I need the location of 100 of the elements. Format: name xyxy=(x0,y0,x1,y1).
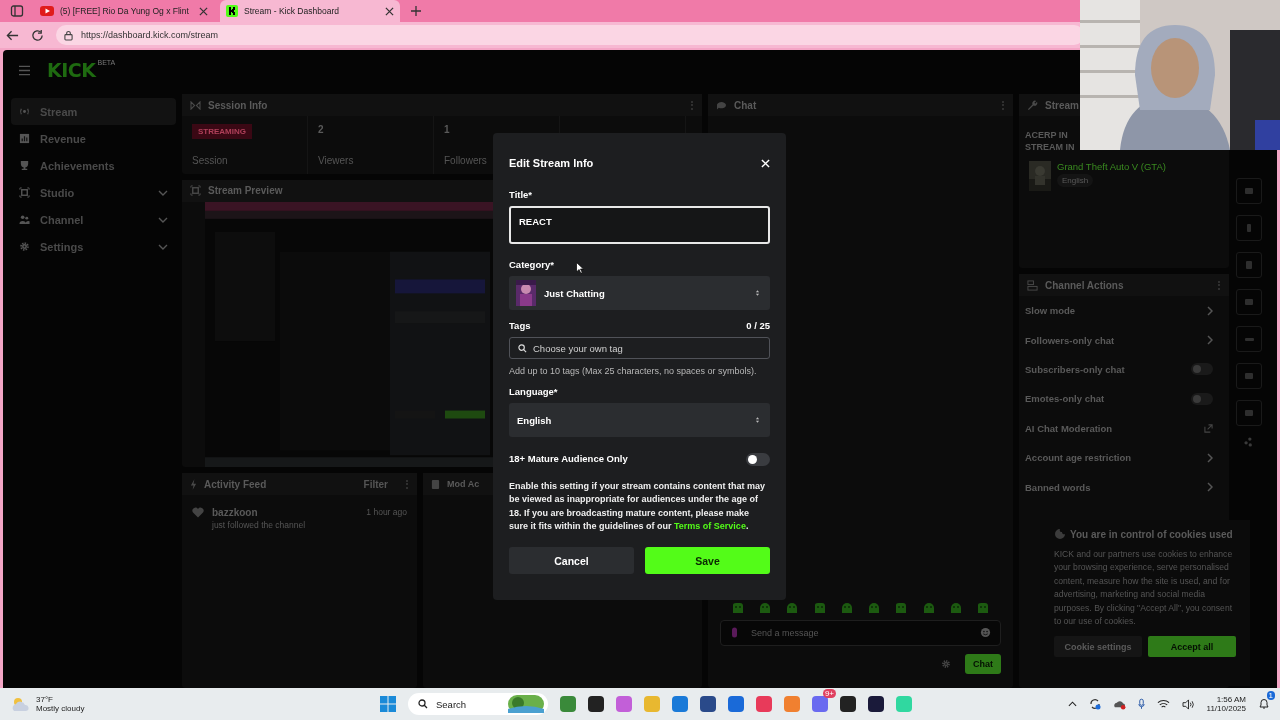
taskbar-search[interactable]: Search xyxy=(408,693,548,715)
message-input[interactable]: Send a message xyxy=(720,620,1001,646)
bell-icon[interactable] xyxy=(1258,698,1270,710)
emote-icon[interactable] xyxy=(922,602,935,614)
title-input[interactable]: REACT xyxy=(509,206,770,244)
weather-text: Mostly cloudy xyxy=(36,704,85,713)
wrench-icon xyxy=(1027,99,1038,111)
dots-icon[interactable] xyxy=(1244,437,1254,447)
stat-label: Viewers xyxy=(318,155,354,166)
close-icon[interactable] xyxy=(385,6,394,16)
panel-title: Chat xyxy=(734,99,757,111)
panel-title: Activity Feed xyxy=(204,478,267,490)
notification-badge: 1 xyxy=(1266,691,1275,700)
chevron-right-icon[interactable] xyxy=(1207,482,1213,493)
cancel-button[interactable]: Cancel xyxy=(509,547,634,575)
updown-caret-icon xyxy=(755,289,760,297)
emote-icon[interactable] xyxy=(813,602,826,614)
stat-value: 1 xyxy=(444,124,450,135)
stat-label: Followers xyxy=(444,155,487,166)
chat-button[interactable]: Chat xyxy=(965,654,1001,674)
panel-title: Session Info xyxy=(208,99,268,111)
back-arrow-icon[interactable] xyxy=(6,28,19,42)
toolbar-icon[interactable] xyxy=(1236,326,1262,352)
toggle-switch[interactable] xyxy=(1191,392,1213,405)
category-select[interactable]: Just Chatting xyxy=(509,276,770,310)
toggle-label: 18+ Mature Audience Only xyxy=(509,453,628,464)
speaker-icon[interactable] xyxy=(1181,698,1195,710)
camera-icon xyxy=(190,185,201,197)
setting-label: Account age restriction xyxy=(1025,452,1132,464)
accept-all-button[interactable]: Accept all xyxy=(1148,636,1236,658)
cookie-text: KICK and our partners use cookies to enhance your browsing experience, serve personalised content, measure how the site is used, and for advertising, marketing and social media purposes. By clicking "Accept All", you consent to our use of cookies. xyxy=(1054,548,1234,629)
toolbar-icon[interactable] xyxy=(1236,400,1262,426)
browser-tab[interactable]: Stream - Kick Dashboard xyxy=(220,0,400,22)
tag-search-field[interactable]: Choose your own tag xyxy=(509,337,770,359)
stat-label: Session xyxy=(192,155,228,166)
toolbar-icon[interactable] xyxy=(1236,252,1262,278)
menu-icon[interactable] xyxy=(18,64,31,76)
emote-icon[interactable] xyxy=(759,602,772,614)
emoji-icon[interactable] xyxy=(980,627,991,638)
document-icon xyxy=(431,478,440,490)
dialog-title: Edit Stream Info xyxy=(509,157,594,169)
filter-button[interactable]: Filter xyxy=(363,478,388,490)
taskbar-app-icon[interactable] xyxy=(868,696,884,712)
nav-icon xyxy=(19,214,30,225)
sidebar-toggle-icon[interactable] xyxy=(10,4,24,18)
nav-icon xyxy=(19,241,30,252)
panel-title: Stream Preview xyxy=(208,185,283,197)
emote-icon[interactable] xyxy=(732,602,744,614)
lock-icon xyxy=(64,29,73,41)
cloud-icon[interactable] xyxy=(1112,698,1126,710)
nav-icon xyxy=(19,106,30,117)
browser-tab[interactable]: (5) [FREE] Rio Da Yung Og x Flint xyxy=(34,0,214,22)
wifi-icon[interactable] xyxy=(1156,699,1170,709)
taskbar-app-icon[interactable] xyxy=(700,696,716,712)
clock-date[interactable]: 11/10/2025 xyxy=(1206,704,1246,713)
status-badge: STREAMING xyxy=(192,124,252,139)
toolbar-icon[interactable] xyxy=(1236,289,1262,315)
settings-icon[interactable] xyxy=(941,659,951,669)
username[interactable]: bazzkoon xyxy=(212,507,258,518)
temperature: 37°F xyxy=(36,695,54,704)
chevron-right-icon[interactable] xyxy=(1207,335,1213,346)
emote-icon[interactable] xyxy=(949,602,962,614)
cookie-settings-button[interactable]: Cookie settings xyxy=(1054,636,1142,658)
emote-icon[interactable] xyxy=(976,602,989,614)
emote-icon[interactable] xyxy=(840,602,853,614)
toggle-switch[interactable] xyxy=(746,453,770,466)
sync-icon[interactable] xyxy=(1088,698,1101,710)
heart-icon xyxy=(192,507,204,518)
emote-icon[interactable] xyxy=(895,602,908,614)
kick-logo-icon xyxy=(226,5,238,17)
toggle-switch[interactable] xyxy=(1191,363,1213,376)
reload-icon[interactable] xyxy=(31,28,44,42)
toolbar-icon[interactable] xyxy=(1236,215,1262,241)
toolbar-icon[interactable] xyxy=(1236,363,1262,389)
language-select[interactable]: English xyxy=(509,403,770,437)
sliders-icon xyxy=(1027,279,1038,291)
new-tab-icon[interactable] xyxy=(410,5,422,17)
cloud-sun-icon xyxy=(10,696,30,712)
terms-link[interactable]: Terms of Service xyxy=(674,520,746,531)
clock-time[interactable]: 1:56 AM xyxy=(1216,695,1246,704)
emote-icon[interactable] xyxy=(786,602,799,614)
field-label: Category* xyxy=(509,259,554,270)
emote-icon[interactable] xyxy=(868,602,881,614)
external-link-icon[interactable] xyxy=(1204,423,1213,433)
stream-title: ACERP IN xyxy=(1025,129,1068,141)
chevron-up-icon[interactable] xyxy=(1067,701,1077,707)
chevron-right-icon[interactable] xyxy=(1207,305,1213,316)
category-link[interactable]: Grand Theft Auto V (GTA) xyxy=(1057,161,1166,172)
microphone-icon[interactable] xyxy=(1137,698,1145,710)
panel-title: Mod Ac xyxy=(447,479,480,489)
field-label: Language* xyxy=(509,386,558,397)
taskbar-app-icon[interactable] xyxy=(840,696,856,712)
taskbar-app-icon[interactable] xyxy=(588,696,604,712)
stat-value: 2 xyxy=(318,124,324,135)
field-label: Tags xyxy=(509,320,531,331)
toolbar-icon[interactable] xyxy=(1236,178,1262,204)
search-icon xyxy=(518,344,527,353)
windows-start-icon[interactable] xyxy=(380,696,396,712)
save-button[interactable]: Save xyxy=(645,547,770,575)
chevron-right-icon[interactable] xyxy=(1207,452,1213,463)
